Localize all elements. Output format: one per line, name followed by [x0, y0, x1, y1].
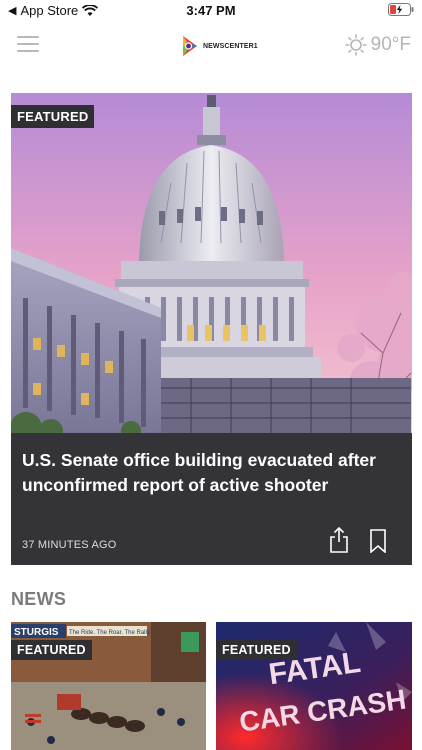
app-header: NEWSCENTER1 90°F [0, 22, 422, 74]
battery-icon [388, 3, 414, 19]
bookmark-icon[interactable] [369, 529, 387, 553]
sun-icon [344, 34, 367, 56]
sturgis-banner-text: STURGIS [14, 627, 59, 638]
hamburger-menu-icon[interactable] [17, 36, 39, 54]
news-card-car-crash[interactable]: FATAL CAR CRASH FEATURED [216, 622, 412, 750]
weather-widget[interactable]: 90°F [344, 34, 411, 56]
status-time: 3:47 PM [186, 3, 236, 18]
news-card-sturgis[interactable]: STURGIS The Ride. The Roar. The Rally. F… [11, 622, 206, 750]
sturgis-banner-tagline: The Ride. The Roar. The Rally. [69, 630, 151, 636]
featured-badge: FEATURED [11, 640, 92, 660]
temperature-label: 90°F [370, 34, 411, 55]
capitol-dome-image [11, 93, 412, 433]
share-icon[interactable] [329, 527, 349, 553]
logo-mark-icon [183, 36, 197, 56]
story-timestamp: 37 MINUTES AGO [22, 539, 117, 551]
featured-badge: FEATURED [11, 105, 95, 128]
newscenter1-logo: NEWSCENTER1 [180, 34, 258, 58]
story-headline[interactable]: U.S. Senate office building evacuated af… [22, 448, 397, 498]
status-bar: ◀ App Store 3:47 PM [0, 0, 422, 22]
featured-badge: FEATURED [216, 640, 297, 660]
featured-story-card[interactable]: FEATURED U.S. Senate office building eva… [11, 93, 412, 565]
news-section-title: NEWS [11, 589, 67, 609]
logo-text: NEWSCENTER1 [203, 42, 258, 50]
